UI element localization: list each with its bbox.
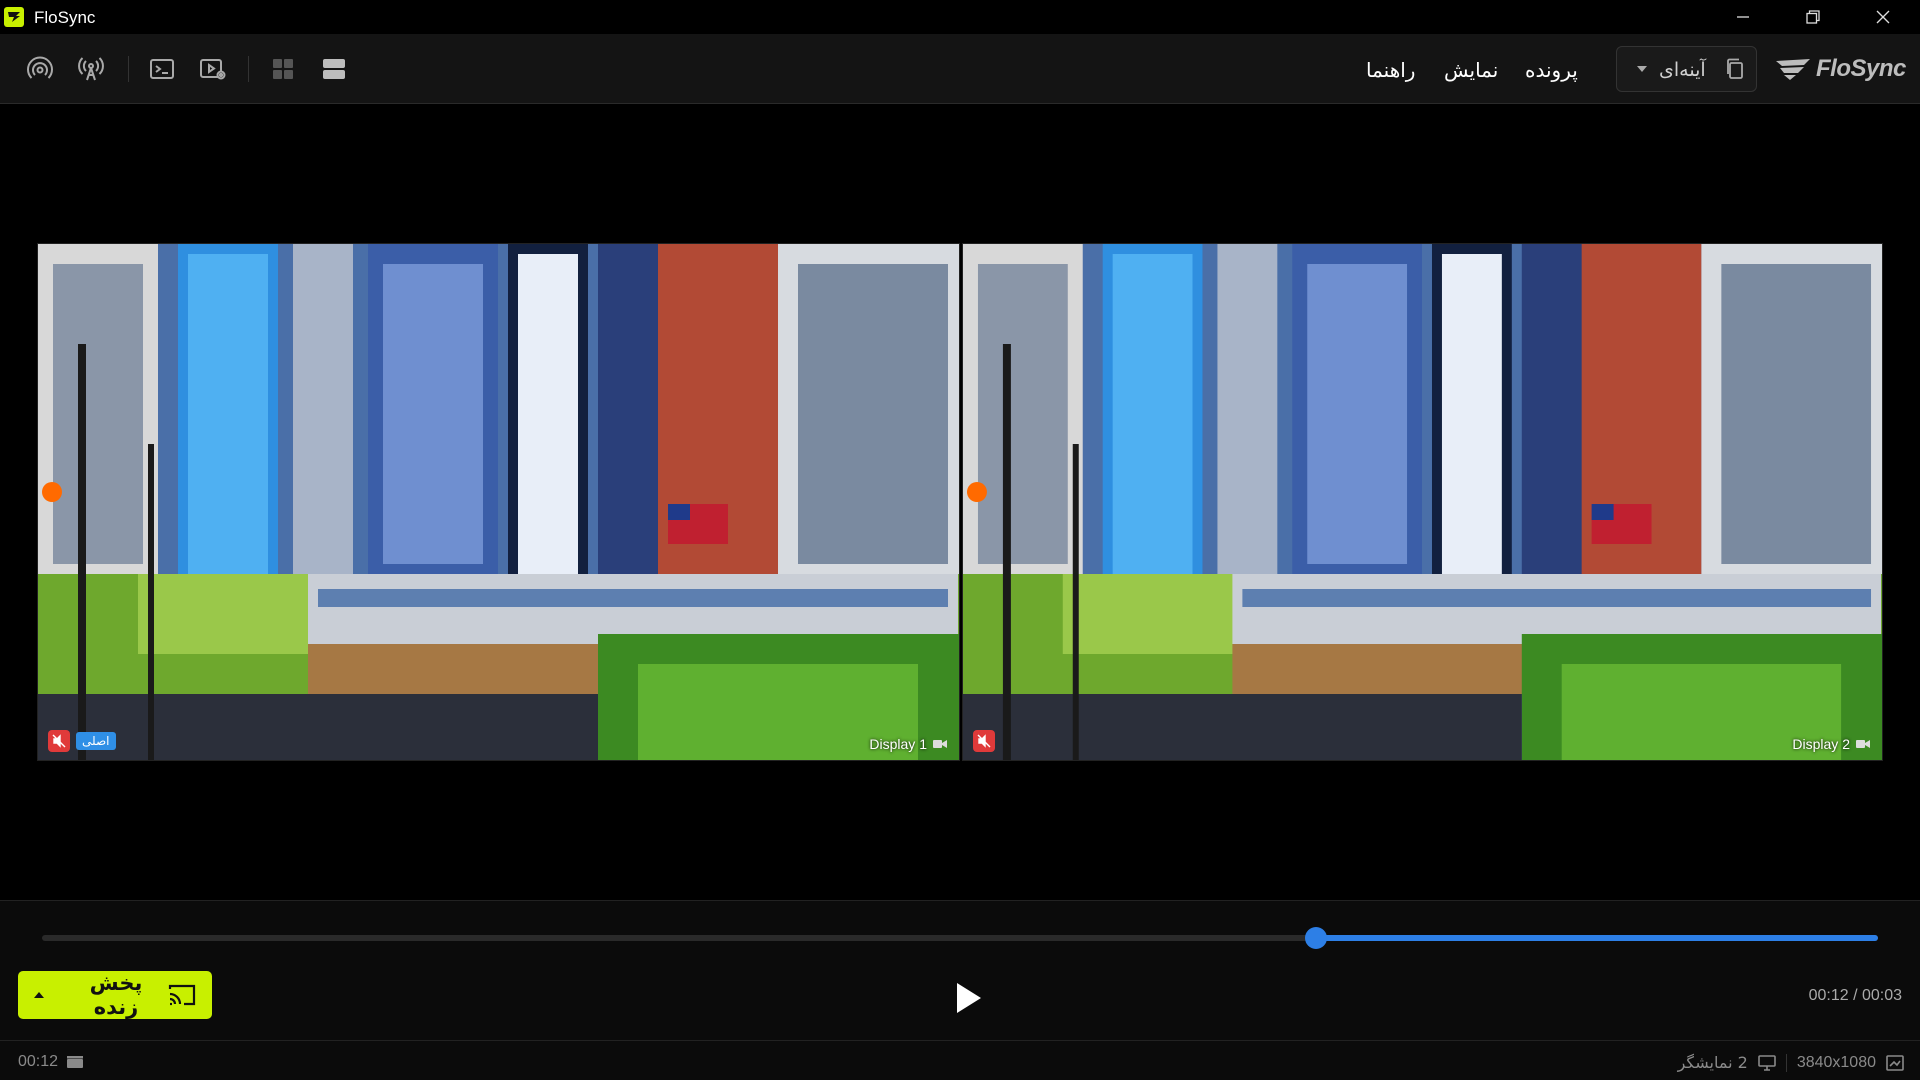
resolution-value: 3840x1080 <box>1796 1053 1876 1071</box>
close-button[interactable] <box>1852 0 1914 34</box>
camera-icon <box>933 740 947 748</box>
timeline-progress <box>1316 935 1878 941</box>
status-duration: 00:12 <box>18 1053 84 1071</box>
restore-icon <box>1806 10 1820 24</box>
video-settings-icon <box>200 59 226 80</box>
aspect-ratio-icon <box>1886 1054 1904 1071</box>
timeline-slider[interactable] <box>42 927 1878 949</box>
monitor-icon <box>1758 1054 1776 1071</box>
title-bar: FloSync <box>0 0 1920 34</box>
antenna-button[interactable] <box>74 52 108 86</box>
status-divider <box>1785 1053 1787 1072</box>
video-settings-button[interactable] <box>196 52 230 86</box>
status-bar: 00:12 2 نمایشگر 3840x1080 <box>0 1040 1920 1080</box>
brand-logo: FloSync <box>1774 54 1906 84</box>
logo-icon <box>1776 59 1810 80</box>
display-1-preview[interactable]: اصلی Display 1 <box>37 243 960 761</box>
grid-layout-icon <box>273 59 293 79</box>
time-readout: 00:12 / 00:03 <box>1808 987 1902 1004</box>
play-button[interactable] <box>954 981 984 1015</box>
app-icon <box>4 7 24 27</box>
window-title: FloSync <box>34 8 96 27</box>
play-icon <box>957 983 981 1013</box>
display-label: Display 2 <box>1792 736 1870 752</box>
timeline-handle[interactable] <box>1305 927 1327 949</box>
menu-file[interactable]: پرونده <box>1525 58 1578 82</box>
broadcast-button[interactable] <box>23 52 57 86</box>
speaker-off-icon <box>52 734 66 748</box>
terminal-button[interactable] <box>145 52 179 86</box>
copy-icon <box>1727 58 1743 79</box>
menu-help[interactable]: راهنما <box>1366 58 1415 82</box>
toolbar-divider <box>248 56 249 82</box>
minimize-button[interactable] <box>1712 0 1774 34</box>
mirror-mode-value: آینه‌ای <box>1659 59 1706 81</box>
chevron-up-icon <box>34 992 44 998</box>
displays-count: 2 نمایشگر <box>1677 1053 1748 1072</box>
live-broadcast-label: پخش زنده <box>89 971 143 1019</box>
primary-badge: اصلی <box>76 732 116 750</box>
city-scene-image <box>963 244 1882 760</box>
display-name: Display 1 <box>869 736 927 752</box>
restore-button[interactable] <box>1782 0 1844 34</box>
chevron-down-icon <box>1637 66 1647 72</box>
display-2-preview[interactable]: Display 2 <box>962 243 1883 761</box>
minimize-icon <box>1737 16 1749 18</box>
clapperboard-icon <box>67 1056 84 1068</box>
display-label: Display 1 <box>869 736 947 752</box>
close-icon <box>1876 10 1890 24</box>
terminal-icon <box>150 59 174 79</box>
toolbar: راهنما نمایش پرونده آینه‌ای FloSync <box>0 34 1920 104</box>
mute-icon[interactable] <box>973 730 995 752</box>
mute-icon[interactable] <box>48 730 70 752</box>
city-scene-image <box>38 244 959 760</box>
camera-icon <box>1856 740 1870 748</box>
cast-icon <box>168 984 196 1006</box>
antenna-icon <box>78 57 104 81</box>
brand-name: FloSync <box>1816 55 1906 82</box>
stacked-layout-button[interactable] <box>317 52 351 86</box>
mirror-mode-select[interactable]: آینه‌ای <box>1616 46 1757 92</box>
toolbar-divider <box>128 56 129 82</box>
grid-layout-button[interactable] <box>266 52 300 86</box>
playback-controls: پخش زنده 00:12 / 00:03 <box>0 900 1920 1040</box>
menu-view[interactable]: نمایش <box>1444 58 1498 82</box>
live-broadcast-button[interactable]: پخش زنده <box>18 971 212 1019</box>
duration-value: 00:12 <box>18 1053 59 1070</box>
display-name: Display 2 <box>1792 736 1850 752</box>
stacked-layout-icon <box>323 59 345 79</box>
speaker-off-icon <box>977 734 991 748</box>
broadcast-icon <box>27 56 53 79</box>
status-info: 2 نمایشگر 3840x1080 <box>1678 1053 1904 1072</box>
preview-stage: اصلی Display 1 Display 2 <box>0 105 1920 900</box>
